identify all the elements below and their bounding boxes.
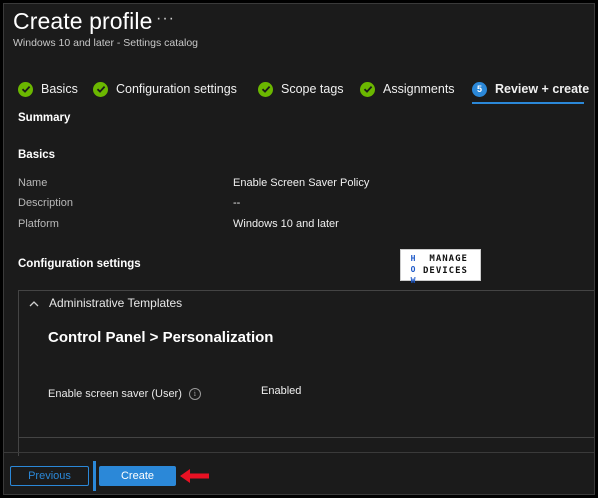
administrative-templates-toggle[interactable]: Administrative Templates: [29, 296, 182, 310]
red-arrow-icon: [180, 469, 209, 483]
field-label-description: Description: [18, 197, 74, 209]
tab-basics-label: Basics: [41, 82, 78, 96]
configuration-settings-heading: Configuration settings: [18, 258, 141, 270]
wizard-steps: Basics Configuration settings Scope tags…: [4, 78, 594, 106]
panel-top-border: [18, 290, 594, 291]
focus-separator: [93, 461, 96, 491]
logo-manage-devices-text: MANAGE DEVICES: [423, 254, 468, 276]
setting-label: Enable screen saver (User): [48, 388, 182, 400]
check-icon: [18, 81, 33, 97]
panel-left-border: [18, 291, 19, 456]
check-icon: [360, 81, 375, 97]
create-button[interactable]: Create: [99, 466, 176, 486]
field-label-platform: Platform: [18, 218, 59, 230]
tab-configuration-settings[interactable]: Configuration settings: [93, 78, 237, 100]
step-number-badge: 5: [472, 81, 487, 97]
tab-basics[interactable]: Basics: [18, 78, 78, 100]
basics-heading: Basics: [18, 149, 56, 161]
tab-scope-tags-label: Scope tags: [281, 82, 344, 96]
tab-review-create-label: Review + create: [495, 82, 590, 96]
check-icon: [93, 81, 108, 97]
field-value-description: --: [233, 197, 241, 209]
page-subtitle: Windows 10 and later - Settings catalog: [13, 37, 199, 49]
field-label-name: Name: [18, 177, 48, 189]
footer-divider: [4, 452, 594, 453]
info-icon[interactable]: i: [188, 388, 201, 400]
tab-review-create[interactable]: 5 Review + create: [472, 78, 589, 100]
field-value-name: Enable Screen Saver Policy: [233, 177, 370, 189]
howtomanagedevices-logo: HOW MANAGE DEVICES: [400, 249, 481, 285]
tab-assignments[interactable]: Assignments: [360, 78, 455, 100]
panel-bottom-border: [18, 437, 594, 438]
field-value-platform: Windows 10 and later: [233, 218, 339, 230]
check-icon: [258, 81, 273, 97]
tab-scope-tags[interactable]: Scope tags: [258, 78, 344, 100]
more-options-button[interactable]: ···: [156, 10, 175, 28]
tab-configuration-settings-label: Configuration settings: [116, 82, 237, 96]
summary-heading: Summary: [18, 112, 71, 124]
setting-row-screen-saver: Enable screen saver (User) i: [48, 388, 201, 400]
chevron-up-icon: [29, 300, 39, 306]
create-profile-page: Create profile ··· Windows 10 and later …: [3, 3, 595, 495]
page-title: Create profile: [13, 8, 153, 34]
previous-button[interactable]: Previous: [10, 466, 89, 486]
category-breadcrumb: Control Panel > Personalization: [48, 329, 274, 346]
administrative-templates-label: Administrative Templates: [49, 296, 183, 310]
setting-value: Enabled: [261, 385, 302, 397]
tab-assignments-label: Assignments: [383, 82, 455, 96]
logo-how-to-text: HOW: [410, 254, 416, 285]
active-tab-indicator: [472, 102, 584, 104]
